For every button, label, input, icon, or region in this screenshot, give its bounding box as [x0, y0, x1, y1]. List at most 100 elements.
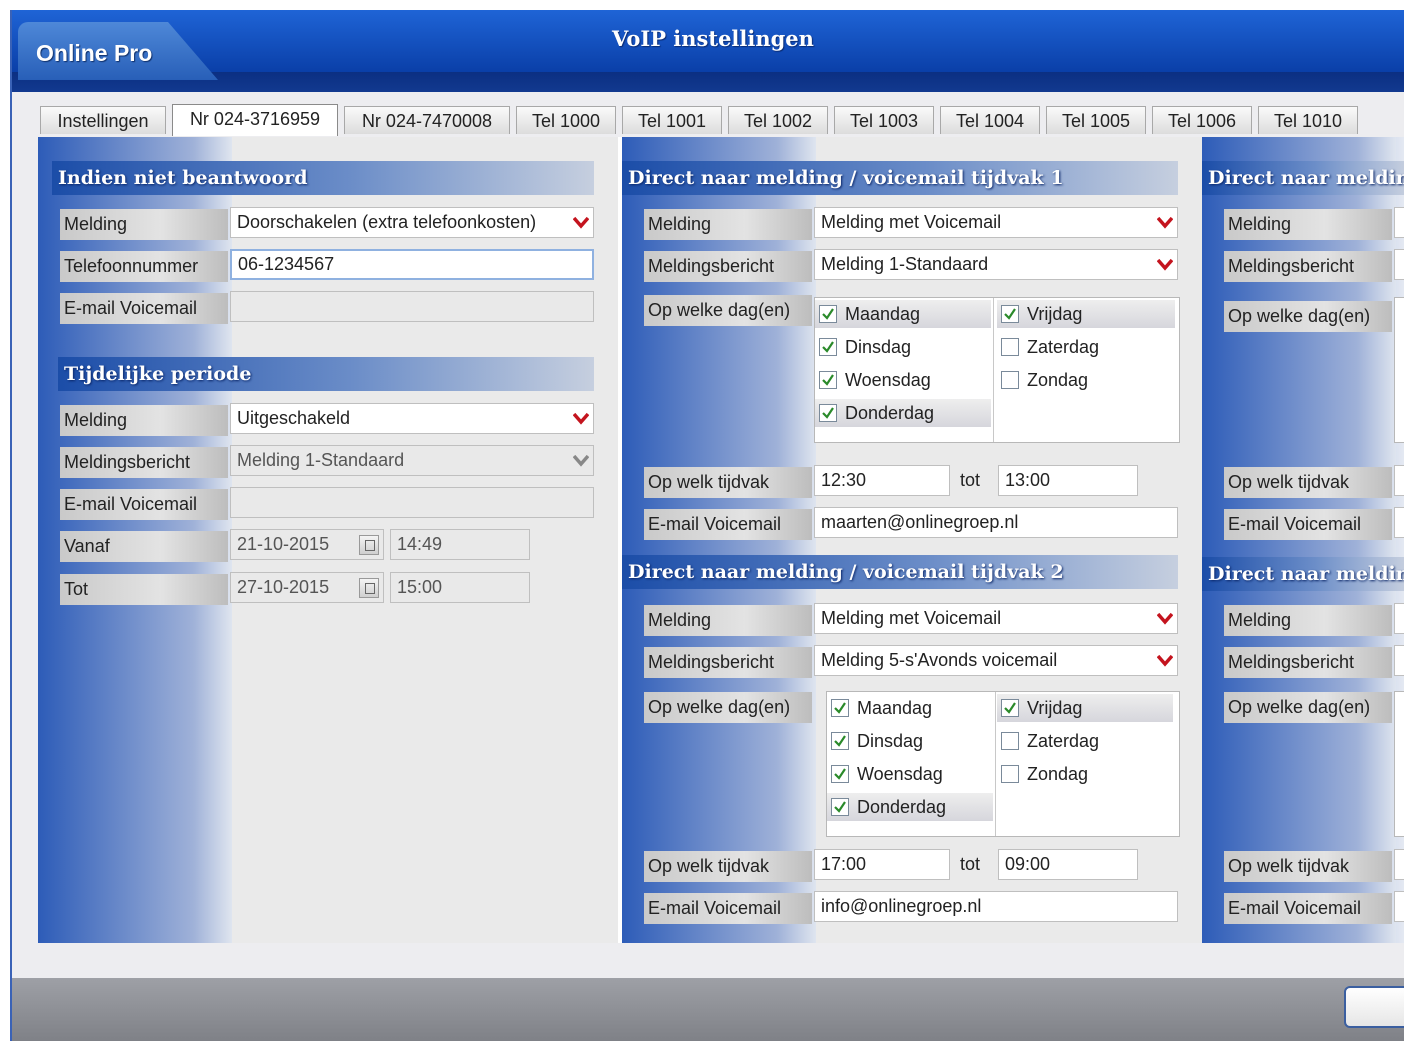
col3-time-input[interactable] [1394, 465, 1404, 496]
day-donderdag[interactable]: Donderdag [827, 793, 993, 821]
slot2-email-input[interactable]: info@onlinegroep.nl [814, 891, 1178, 922]
col3-days-list [1394, 297, 1404, 443]
footer-button[interactable] [1344, 986, 1404, 1028]
day-donderdag[interactable]: Donderdag [815, 399, 991, 427]
checkbox-checked-icon[interactable] [831, 798, 849, 816]
day-zondag[interactable]: Zondag [997, 760, 1173, 788]
slot1-melding-select[interactable]: Melding met Voicemail [814, 207, 1178, 238]
col3b-melding-select[interactable] [1394, 603, 1404, 634]
slot1-email-input[interactable]: maarten@onlinegroep.nl [814, 507, 1178, 538]
from-date-value: 21-10-2015 [237, 534, 330, 554]
slot1-time-from-input[interactable]: 12:30 [814, 465, 950, 496]
tab-content: Indien niet beantwoord Melding Doorschak… [38, 137, 1404, 943]
day-woensdag[interactable]: Woensdag [815, 366, 991, 394]
day-maandag[interactable]: Maandag [827, 694, 993, 722]
slot2-time-to-input[interactable]: 09:00 [998, 849, 1138, 880]
tab-tel-1003[interactable]: Tel 1003 [834, 106, 934, 134]
checkbox-unchecked-icon[interactable] [1001, 338, 1019, 356]
temp-melding-select[interactable]: Uitgeschakeld [230, 403, 594, 434]
slot1-bericht-value: Melding 1-Standaard [821, 254, 989, 274]
tab-tel-1010[interactable]: Tel 1010 [1258, 106, 1358, 134]
checkbox-checked-icon[interactable] [819, 338, 837, 356]
slot2-time-from-input[interactable]: 17:00 [814, 849, 950, 880]
day-label: Zaterdag [1027, 337, 1100, 357]
slot1-melding-value: Melding met Voicemail [821, 212, 1002, 232]
checkbox-checked-icon[interactable] [819, 371, 837, 389]
section-header-temporary: Tijdelijke periode [58, 357, 594, 391]
label-days-col3: Op welke dag(en) [1224, 301, 1392, 332]
col3b-bericht-select[interactable] [1394, 645, 1404, 676]
section-header-slot3: Direct naar meldin [1202, 161, 1404, 195]
label-days-col3b: Op welke dag(en) [1224, 692, 1392, 723]
from-time-input[interactable]: 14:49 [390, 529, 530, 560]
chevron-down-icon[interactable] [573, 410, 589, 426]
to-date-input[interactable]: 27-10-2015 [230, 572, 384, 603]
chevron-down-icon[interactable] [1157, 256, 1173, 272]
day-dinsdag[interactable]: Dinsdag [815, 333, 991, 361]
label-email-col3b: E-mail Voicemail [1224, 893, 1392, 924]
col3b-time-input[interactable] [1394, 849, 1404, 880]
from-date-input[interactable]: 21-10-2015 [230, 529, 384, 560]
col3-email-input[interactable] [1394, 507, 1404, 538]
tab-tel-1006[interactable]: Tel 1006 [1152, 106, 1252, 134]
day-woensdag[interactable]: Woensdag [827, 760, 993, 788]
tab-nr-024-3716959[interactable]: Nr 024-3716959 [172, 104, 338, 136]
day-zaterdag[interactable]: Zaterdag [997, 727, 1173, 755]
slot1-bericht-select[interactable]: Melding 1-Standaard [814, 249, 1178, 280]
day-zaterdag[interactable]: Zaterdag [997, 333, 1175, 361]
melding-select-value: Doorschakelen (extra telefoonkosten) [237, 212, 537, 232]
tab-nr-024-7470008[interactable]: Nr 024-7470008 [344, 106, 510, 134]
tab-tel-1004[interactable]: Tel 1004 [940, 106, 1040, 134]
calendar-icon[interactable] [359, 535, 379, 555]
col3b-email-input[interactable] [1394, 891, 1404, 922]
slot2-bericht-select[interactable]: Melding 5-s'Avonds voicemail [814, 645, 1178, 676]
tab-tel-1001[interactable]: Tel 1001 [622, 106, 722, 134]
label-melding-slot2: Melding [644, 605, 812, 636]
col3-bericht-select[interactable] [1394, 249, 1404, 280]
calendar-icon[interactable] [359, 578, 379, 598]
day-vrijdag[interactable]: Vrijdag [997, 300, 1175, 328]
checkbox-checked-icon[interactable] [831, 699, 849, 717]
slot1-days-list: Maandag Dinsdag Woensdag Donderdag Vrijd… [814, 297, 1180, 443]
checkbox-unchecked-icon[interactable] [1001, 765, 1019, 783]
day-label: Donderdag [845, 403, 935, 423]
slot1-time-to-input[interactable]: 13:00 [998, 465, 1138, 496]
label-meldingsbericht-col3: Meldingsbericht [1224, 251, 1392, 282]
section-header-slot2: Direct naar melding / voicemail tijdvak … [622, 555, 1178, 589]
tab-tel-1002[interactable]: Tel 1002 [728, 106, 828, 134]
checkbox-checked-icon[interactable] [1001, 699, 1019, 717]
temp-bericht-value: Melding 1-Standaard [237, 450, 405, 470]
phone-input[interactable]: 06-1234567 [230, 249, 594, 280]
checkbox-checked-icon[interactable] [1001, 305, 1019, 323]
chevron-down-icon[interactable] [1157, 652, 1173, 668]
tab-tel-1005[interactable]: Tel 1005 [1046, 106, 1146, 134]
chevron-down-icon[interactable] [1157, 610, 1173, 626]
tab-instellingen[interactable]: Instellingen [40, 106, 166, 134]
checkbox-checked-icon[interactable] [831, 732, 849, 750]
column-2: Direct naar melding / voicemail tijdvak … [622, 137, 1202, 943]
checkbox-unchecked-icon[interactable] [1001, 732, 1019, 750]
day-maandag[interactable]: Maandag [815, 300, 991, 328]
checkbox-unchecked-icon[interactable] [1001, 371, 1019, 389]
tot-label: tot [960, 854, 981, 874]
temp-email-input[interactable] [230, 487, 594, 518]
col3-melding-select[interactable] [1394, 207, 1404, 238]
label-tijdvak-col3b: Op welk tijdvak [1224, 851, 1392, 882]
label-tot: Tot [60, 574, 228, 605]
label-meldingsbericht-col3b: Meldingsbericht [1224, 647, 1392, 678]
tab-tel-1000[interactable]: Tel 1000 [516, 106, 616, 134]
temp-bericht-select[interactable]: Melding 1-Standaard [230, 445, 594, 476]
checkbox-checked-icon[interactable] [819, 305, 837, 323]
to-time-input[interactable]: 15:00 [390, 572, 530, 603]
day-label: Maandag [845, 304, 921, 324]
chevron-down-icon[interactable] [573, 214, 589, 230]
day-zondag[interactable]: Zondag [997, 366, 1175, 394]
slot2-melding-select[interactable]: Melding met Voicemail [814, 603, 1178, 634]
melding-select[interactable]: Doorschakelen (extra telefoonkosten) [230, 207, 594, 238]
checkbox-checked-icon[interactable] [819, 404, 837, 422]
chevron-down-icon[interactable] [1157, 214, 1173, 230]
day-dinsdag[interactable]: Dinsdag [827, 727, 993, 755]
checkbox-checked-icon[interactable] [831, 765, 849, 783]
email-voicemail-input[interactable] [230, 291, 594, 322]
day-vrijdag[interactable]: Vrijdag [997, 694, 1173, 722]
